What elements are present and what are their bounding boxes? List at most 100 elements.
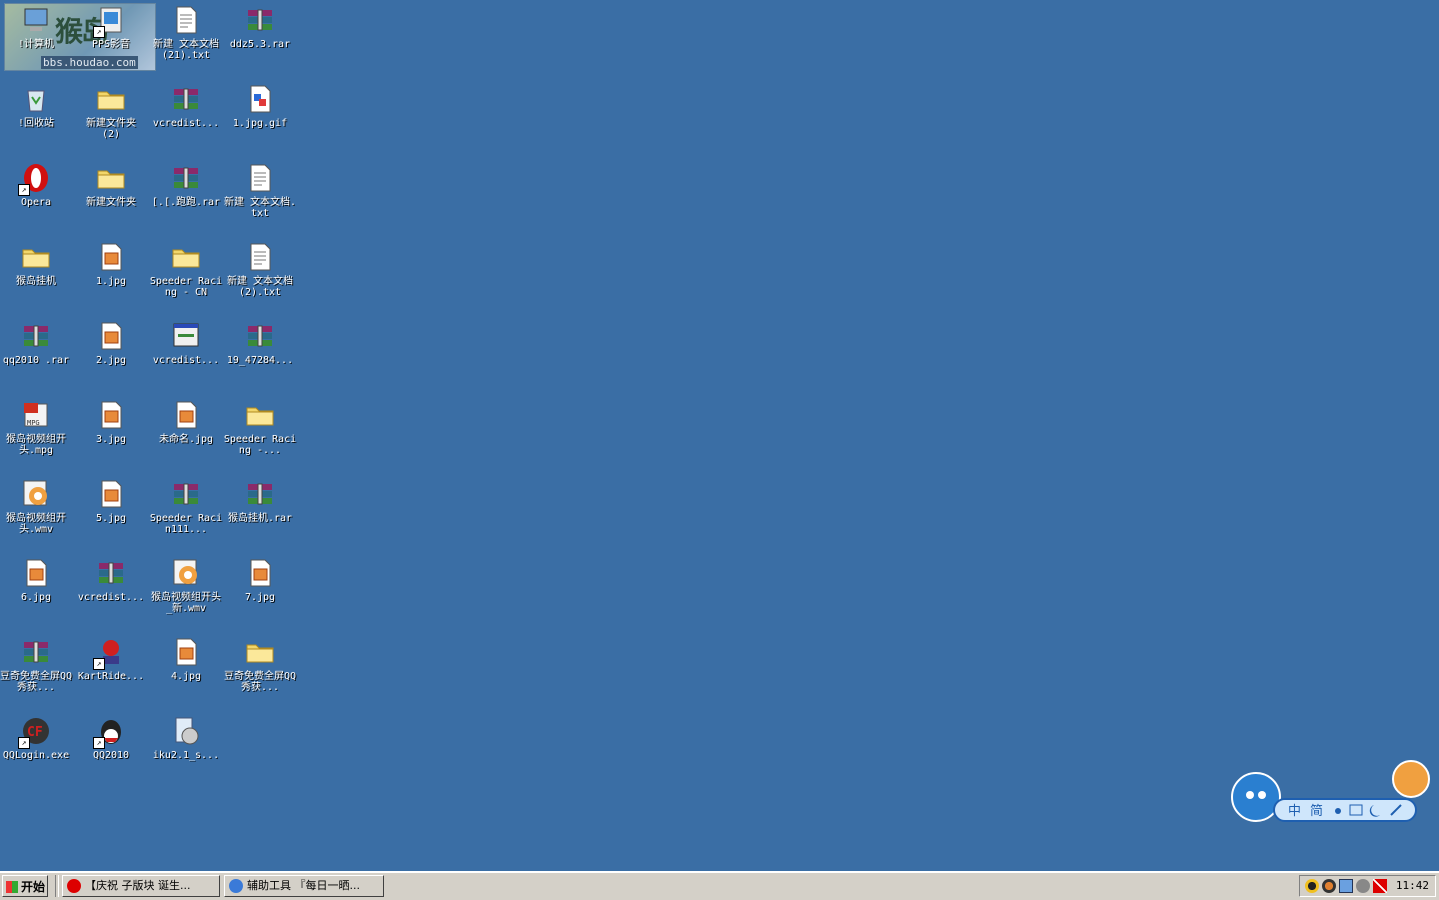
desktop-icon-label: Speeder Racing -... xyxy=(223,434,297,456)
desktop-icon[interactable]: 新建文件夹 xyxy=(73,158,149,234)
desktop-icon[interactable]: 3.jpg xyxy=(73,395,149,471)
desktop-icon[interactable]: 新建 文本文档.txt xyxy=(222,158,298,234)
desktop-icon[interactable]: 4.jpg xyxy=(148,632,224,708)
desktop-icon[interactable]: MPG 猴岛视频组开头.mpg xyxy=(0,395,74,471)
desktop-icon-label: 猴岛挂机.rar xyxy=(227,513,293,524)
desktop-icon[interactable]: CF ↗ QQLogin.exe xyxy=(0,711,74,787)
desktop-icon[interactable]: ↗ PPS影音 xyxy=(73,0,149,76)
desktop-icon[interactable]: 豆奇免费全屏QQ秀获... xyxy=(0,632,74,708)
shortcut-arrow-icon: ↗ xyxy=(93,26,105,38)
taskbar-separator xyxy=(55,875,59,897)
desktop-icon[interactable]: 新建文件夹 (2) xyxy=(73,79,149,155)
start-button[interactable]: 开始 xyxy=(2,875,48,897)
desktop-icon[interactable]: !计算机 xyxy=(0,0,74,76)
desktop-icon[interactable]: 7.jpg xyxy=(222,553,298,629)
desktop-icon[interactable]: 19_47284... xyxy=(222,316,298,392)
desktop-icon[interactable]: 猴岛挂机 xyxy=(0,237,74,313)
desktop-icon-label: ddz5.3.rar xyxy=(229,39,291,50)
ime-toolbar[interactable]: 中 简 xyxy=(1226,757,1438,827)
desktop-icon-label: 豆奇免费全屏QQ秀获... xyxy=(0,671,73,693)
desktop-icon-label: !回收站 xyxy=(17,118,55,129)
desktop-icon-label: PPS影音 xyxy=(91,39,131,50)
desktop-icon[interactable]: 新建 文本文档 (21).txt xyxy=(148,0,224,76)
svg-text:MPG: MPG xyxy=(27,419,40,427)
jpg-icon xyxy=(95,399,127,431)
ime-variant-label[interactable]: 简 xyxy=(1310,803,1323,819)
system-tray: 11:42 xyxy=(1299,875,1436,897)
ie-icon xyxy=(229,879,243,893)
desktop-icon[interactable]: 1.jpg xyxy=(73,237,149,313)
desktop-icon-label: 猴岛挂机 xyxy=(16,276,56,287)
desktop-icon[interactable]: 猴岛视频组开头.wmv xyxy=(0,474,74,550)
text-file-icon xyxy=(244,241,276,273)
desktop-icon[interactable]: ↗ Opera xyxy=(0,158,74,234)
desktop-icon[interactable]: [.[.跑跑.rar xyxy=(148,158,224,234)
desktop-icon-label: 新建 文本文档.txt xyxy=(223,197,297,219)
desktop-icon-label: 豆奇免费全屏QQ秀获... xyxy=(223,671,297,693)
desktop-icon[interactable]: qq2010 .rar xyxy=(0,316,74,392)
folder-icon xyxy=(95,83,127,115)
cf-icon: CF ↗ xyxy=(18,715,52,749)
qq-icon[interactable] xyxy=(1305,879,1319,893)
desktop-icon[interactable]: 猴岛视频组开头_新.wmv xyxy=(148,553,224,629)
desktop-icon[interactable]: iku2.1_s... xyxy=(148,711,224,787)
desktop-icon-label: !计算机 xyxy=(17,39,55,50)
desktop-icon[interactable]: Speeder Racing -... xyxy=(222,395,298,471)
desktop-icon-label: 19_47284... xyxy=(226,355,294,366)
desktop-icon[interactable]: 猴岛挂机.rar xyxy=(222,474,298,550)
desktop-icon[interactable]: ↗ KartRide... xyxy=(73,632,149,708)
desktop-icon-label: vcredist... xyxy=(77,592,145,603)
desktop-icon[interactable]: vcredist... xyxy=(73,553,149,629)
desktop-icon-label: 猴岛视频组开头_新.wmv xyxy=(151,592,221,614)
antivirus-icon[interactable] xyxy=(1373,879,1387,893)
shortcut-arrow-icon: ↗ xyxy=(18,737,30,749)
desktop-icon-label: KartRide... xyxy=(77,671,145,682)
desktop-icon-label: Speeder Racin111... xyxy=(149,513,223,535)
ime-mode-label[interactable]: 中 xyxy=(1288,804,1301,819)
rar-icon xyxy=(170,162,202,194)
desktop-icon-label: qq2010 .rar xyxy=(2,355,70,366)
desktop-icon[interactable]: vcredist... xyxy=(148,316,224,392)
jpg-icon xyxy=(170,636,202,668)
kartrider-icon: ↗ xyxy=(93,636,127,670)
opera-icon xyxy=(67,879,81,893)
desktop-icon-label: 7.jpg xyxy=(244,592,276,603)
desktop[interactable]: 猴岛 bbs.houdao.com !计算机 ↗ PPS影音 新建 文本文档 (21)… xyxy=(0,0,1439,871)
folder-icon xyxy=(244,636,276,668)
volume-icon[interactable] xyxy=(1356,879,1370,893)
desktop-icon[interactable]: 新建 文本文档 (2).txt xyxy=(222,237,298,313)
folder-icon xyxy=(170,241,202,273)
desktop-icon[interactable]: 1.jpg.gif xyxy=(222,79,298,155)
desktop-icon[interactable]: !回收站 xyxy=(0,79,74,155)
pps-icon: ↗ xyxy=(93,4,127,38)
desktop-icon[interactable]: ddz5.3.rar xyxy=(222,0,298,76)
text-file-icon xyxy=(244,162,276,194)
start-label: 开始 xyxy=(20,880,45,894)
jpg-icon xyxy=(20,557,52,589)
clock[interactable]: 11:42 xyxy=(1396,876,1429,896)
wmv-icon xyxy=(20,478,52,510)
network-icon[interactable] xyxy=(1339,879,1353,893)
desktop-icon[interactable]: 2.jpg xyxy=(73,316,149,392)
rar-icon xyxy=(170,478,202,510)
desktop-icon[interactable]: Speeder Racing - CN xyxy=(148,237,224,313)
wmv-icon xyxy=(170,557,202,589)
ime-punct-icon[interactable] xyxy=(1335,808,1341,814)
desktop-icon[interactable]: 6.jpg xyxy=(0,553,74,629)
desktop-icon[interactable]: 豆奇免费全屏QQ秀获... xyxy=(222,632,298,708)
taskbar-button-ie[interactable]: 辅助工具 『每日一晒... xyxy=(224,875,384,897)
desktop-icon[interactable]: 未命名.jpg xyxy=(148,395,224,471)
taskbar-button-opera[interactable]: 【庆祝 子版块 诞生... xyxy=(62,875,220,897)
desktop-icon[interactable]: 5.jpg xyxy=(73,474,149,550)
desktop-icon-label: 新建文件夹 (2) xyxy=(86,118,136,140)
desktop-icon[interactable]: vcredist... xyxy=(148,79,224,155)
desktop-icon-label: 6.jpg xyxy=(20,592,52,603)
task-label: 辅助工具 『每日一晒... xyxy=(247,879,360,892)
qq-group-icon[interactable] xyxy=(1322,879,1336,893)
desktop-icon-label: 猴岛视频组开头.wmv xyxy=(6,513,66,535)
desktop-icon-label: Speeder Racing - CN xyxy=(149,276,223,298)
desktop-icon-label: 新建文件夹 xyxy=(86,197,136,208)
desktop-icon[interactable]: ↗ QQ2010 xyxy=(73,711,149,787)
iku-icon xyxy=(170,715,202,747)
desktop-icon[interactable]: Speeder Racin111... xyxy=(148,474,224,550)
